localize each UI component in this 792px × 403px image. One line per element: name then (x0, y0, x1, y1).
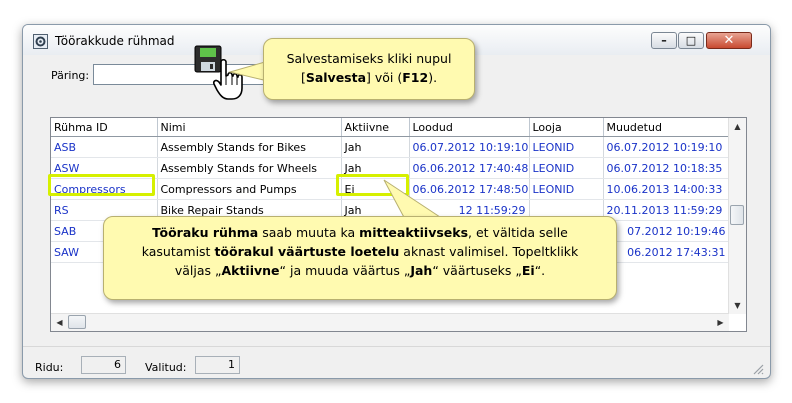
highlight-group-id (48, 174, 155, 196)
horizontal-scrollbar[interactable]: ◀ ▶ (51, 313, 729, 331)
col-header-active[interactable]: Aktiivne (341, 118, 410, 137)
selected-count-label: Valitud: (145, 361, 187, 374)
active-tooltip-callout: Tööraku rühma saab muuta ka mitteaktiivs… (103, 216, 617, 300)
maximize-icon: □ (685, 34, 697, 47)
query-label: Päring: (51, 69, 90, 82)
scroll-down-icon[interactable]: ▼ (729, 297, 746, 314)
selected-count-value: 1 (195, 356, 240, 374)
cell-name[interactable]: Assembly Stands for Bikes (157, 136, 342, 158)
cell-creator[interactable]: LEONID (529, 157, 604, 179)
cell-name[interactable]: Assembly Stands for Wheels (157, 157, 342, 179)
vertical-scrollbar[interactable]: ▲ ▼ (728, 118, 746, 314)
cell-created[interactable]: 06.06.2012 17:40:48 (409, 157, 530, 179)
col-header-created[interactable]: Loodud (409, 118, 530, 137)
save-callout-line1: Salvestamiseks kliki nupul (286, 51, 452, 66)
active-callout-line3: väljas „Aktiivne“ ja muuda väärtus „Jah“… (174, 263, 546, 278)
cell-modified[interactable]: 10.06.2013 14:00:33 (603, 178, 730, 200)
resize-grip-icon[interactable] (752, 363, 764, 375)
cell-created[interactable]: 06.07.2012 10:19:10 (409, 136, 530, 158)
close-icon: ✕ (723, 33, 735, 48)
cell-modified[interactable]: 06.07.2012 10:19:10 (603, 136, 730, 158)
save-tooltip-callout: Salvestamiseks kliki nupul [Salvesta] võ… (263, 38, 475, 100)
maximize-button[interactable]: □ (678, 32, 704, 49)
status-bar: Ridu: 6 Valitud: 1 (23, 346, 770, 378)
save-callout-line2: [Salvesta] või (F12). (300, 70, 438, 85)
col-header-creator[interactable]: Looja (529, 118, 604, 137)
active-callout-line1: Tööraku rühma saab muuta ka mitteaktiivs… (152, 225, 568, 240)
cell-creator[interactable]: LEONID (529, 136, 604, 158)
col-header-modified[interactable]: Muudetud (603, 118, 730, 137)
cell-modified[interactable]: 06.07.2012 10:18:35 (603, 157, 730, 179)
horizontal-scroll-thumb[interactable] (68, 315, 86, 329)
cell-group-id[interactable]: ASB (51, 136, 158, 158)
rows-count-label: Ridu: (35, 361, 64, 374)
col-header-name[interactable]: Nimi (157, 118, 342, 137)
table-header-row: Rühma ID Nimi Aktiivne Loodud Looja Muud… (51, 118, 730, 137)
scroll-right-icon[interactable]: ▶ (712, 314, 729, 331)
scroll-left-icon[interactable]: ◀ (51, 314, 68, 331)
cell-modified[interactable]: 07.2012 10:19:46 (603, 220, 730, 242)
cell-active[interactable]: Jah (341, 136, 410, 158)
active-callout-line2: kasutamist töörakul väärtuste loetelu ak… (141, 244, 579, 259)
cell-creator[interactable]: LEONID (529, 178, 604, 200)
cell-name[interactable]: Compressors and Pumps (157, 178, 342, 200)
cell-modified[interactable]: 06.2012 17:43:31 (603, 241, 730, 263)
app-gear-icon (33, 34, 48, 49)
cell-modified[interactable]: 20.11.2013 11:59:29 (603, 199, 730, 221)
minimize-icon: – (661, 34, 667, 47)
col-header-group-id[interactable]: Rühma ID (51, 118, 158, 137)
minimize-button[interactable]: – (651, 32, 677, 49)
close-button[interactable]: ✕ (706, 32, 752, 49)
vertical-scroll-thumb[interactable] (730, 205, 744, 225)
table-row[interactable]: ASB Assembly Stands for Bikes Jah 06.07.… (51, 136, 730, 158)
scroll-up-icon[interactable]: ▲ (729, 118, 746, 135)
window-title: Töörakkude rühmad (55, 34, 175, 48)
rows-count-value: 6 (81, 356, 126, 374)
